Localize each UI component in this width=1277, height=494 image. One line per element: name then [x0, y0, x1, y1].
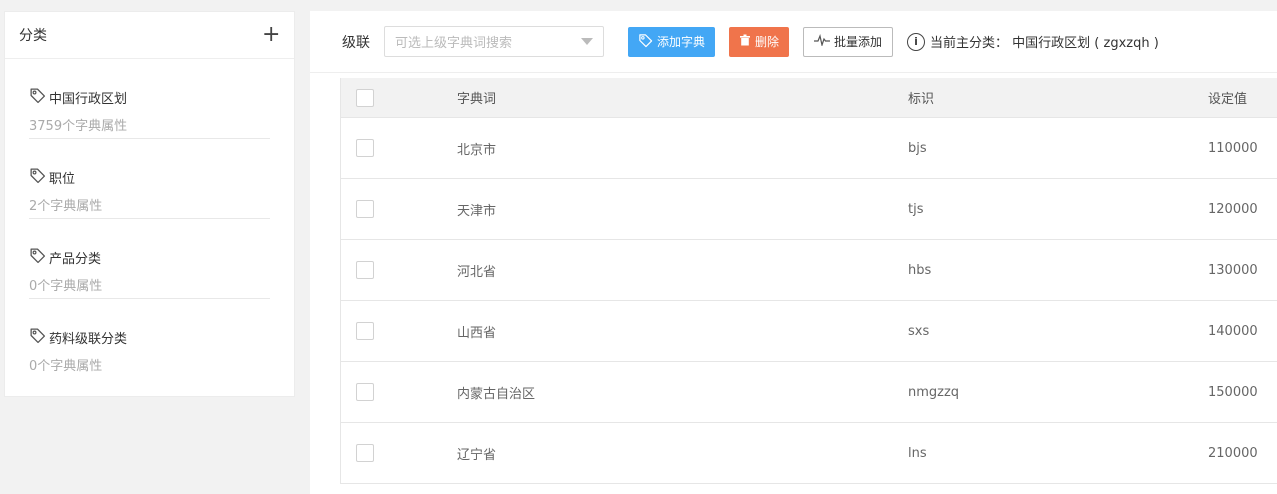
tag-icon	[29, 167, 46, 188]
column-header-word: 字典词	[457, 92, 497, 107]
cell-value: 150000	[1208, 384, 1258, 400]
cell-word: 北京市	[457, 142, 497, 158]
row-checkbox[interactable]	[356, 139, 374, 157]
cascade-label: 级联	[342, 34, 370, 51]
toolbar: 级联 可选上级字典词搜索 添加字典 删除 批量添加 i 当前主分类： 中国行政区…	[310, 11, 1277, 73]
table-row[interactable]: 山西省 sxs 140000	[341, 301, 1277, 362]
cell-value: 140000	[1208, 323, 1258, 339]
add-category-button[interactable]: +	[262, 24, 280, 46]
delete-button[interactable]: 删除	[729, 26, 790, 57]
cell-code: lns	[908, 445, 927, 461]
category-item[interactable]: 职位 2个字典属性	[29, 139, 270, 219]
row-checkbox[interactable]	[356, 200, 374, 218]
main-content: 级联 可选上级字典词搜索 添加字典 删除 批量添加 i 当前主分类： 中国行政区…	[310, 11, 1277, 494]
column-header-value: 设定值	[1208, 92, 1248, 107]
cell-word: 河北省	[457, 264, 497, 280]
row-checkbox[interactable]	[356, 261, 374, 279]
row-checkbox[interactable]	[356, 444, 374, 462]
parent-word-select[interactable]: 可选上级字典词搜索	[384, 26, 604, 57]
delete-label: 删除	[755, 35, 780, 49]
table-row[interactable]: 北京市 bjs 110000	[341, 118, 1277, 179]
category-list: 中国行政区划 3759个字典属性 职位 2个字典属性 产品分类 0个字典属性 药…	[5, 59, 294, 379]
category-panel-title: 分类	[19, 28, 47, 44]
category-item[interactable]: 药料级联分类 0个字典属性	[29, 299, 270, 379]
category-item[interactable]: 中国行政区划 3759个字典属性	[29, 59, 270, 139]
cell-value: 120000	[1208, 201, 1258, 217]
category-panel-header: 分类 +	[5, 12, 294, 59]
tag-icon	[29, 247, 46, 268]
batch-add-label: 批量添加	[834, 35, 883, 49]
tag-icon	[638, 33, 653, 51]
trash-icon	[739, 34, 751, 49]
add-dictionary-button[interactable]: 添加字典	[628, 26, 716, 57]
dictionary-table: 字典词 标识 设定值 北京市 bjs 110000 天津市 tjs 120000…	[340, 78, 1277, 484]
table-row[interactable]: 内蒙古自治区 nmgzzq 150000	[341, 362, 1277, 423]
tag-icon	[29, 327, 46, 348]
chevron-down-icon	[581, 38, 593, 45]
row-checkbox[interactable]	[356, 383, 374, 401]
tag-icon	[29, 87, 46, 108]
category-name: 中国行政区划	[49, 92, 128, 107]
row-checkbox[interactable]	[356, 322, 374, 340]
cell-code: nmgzzq	[908, 384, 960, 400]
add-dictionary-label: 添加字典	[657, 35, 706, 49]
category-count: 2个字典属性	[29, 199, 103, 214]
cell-word: 山西省	[457, 325, 497, 341]
pulse-icon	[814, 33, 831, 49]
cell-value: 210000	[1208, 445, 1258, 461]
column-header-code: 标识	[908, 92, 935, 107]
category-name: 产品分类	[49, 252, 102, 267]
cell-value: 110000	[1208, 140, 1258, 156]
cell-code: tjs	[908, 201, 924, 217]
table-row[interactable]: 河北省 hbs 130000	[341, 240, 1277, 301]
category-panel: 分类 + 中国行政区划 3759个字典属性 职位 2个字典属性 产品分类 0个字…	[4, 11, 295, 397]
cell-code: sxs	[908, 323, 930, 339]
parent-word-select-placeholder: 可选上级字典词搜索	[395, 36, 513, 51]
cell-code: hbs	[908, 262, 932, 278]
cell-word: 天津市	[457, 203, 497, 219]
table-header: 字典词 标识 设定值	[341, 78, 1277, 118]
table-row[interactable]: 天津市 tjs 120000	[341, 179, 1277, 240]
category-count: 0个字典属性	[29, 279, 103, 294]
category-item[interactable]: 产品分类 0个字典属性	[29, 219, 270, 299]
cell-word: 内蒙古自治区	[457, 386, 536, 402]
category-name: 职位	[49, 172, 76, 187]
cell-value: 130000	[1208, 262, 1258, 278]
cell-code: bjs	[908, 140, 927, 156]
current-category-info: i 当前主分类： 中国行政区划 ( zgxzqh )	[907, 32, 1159, 51]
info-icon: i	[907, 32, 926, 51]
category-count: 3759个字典属性	[29, 119, 128, 134]
current-category-text: 当前主分类： 中国行政区划 ( zgxzqh )	[930, 36, 1159, 51]
category-count: 0个字典属性	[29, 359, 103, 374]
select-all-checkbox[interactable]	[356, 88, 374, 107]
table-row[interactable]: 辽宁省 lns 210000	[341, 423, 1277, 484]
category-name: 药料级联分类	[49, 332, 128, 347]
cell-word: 辽宁省	[457, 447, 497, 463]
batch-add-button[interactable]: 批量添加	[803, 26, 894, 57]
